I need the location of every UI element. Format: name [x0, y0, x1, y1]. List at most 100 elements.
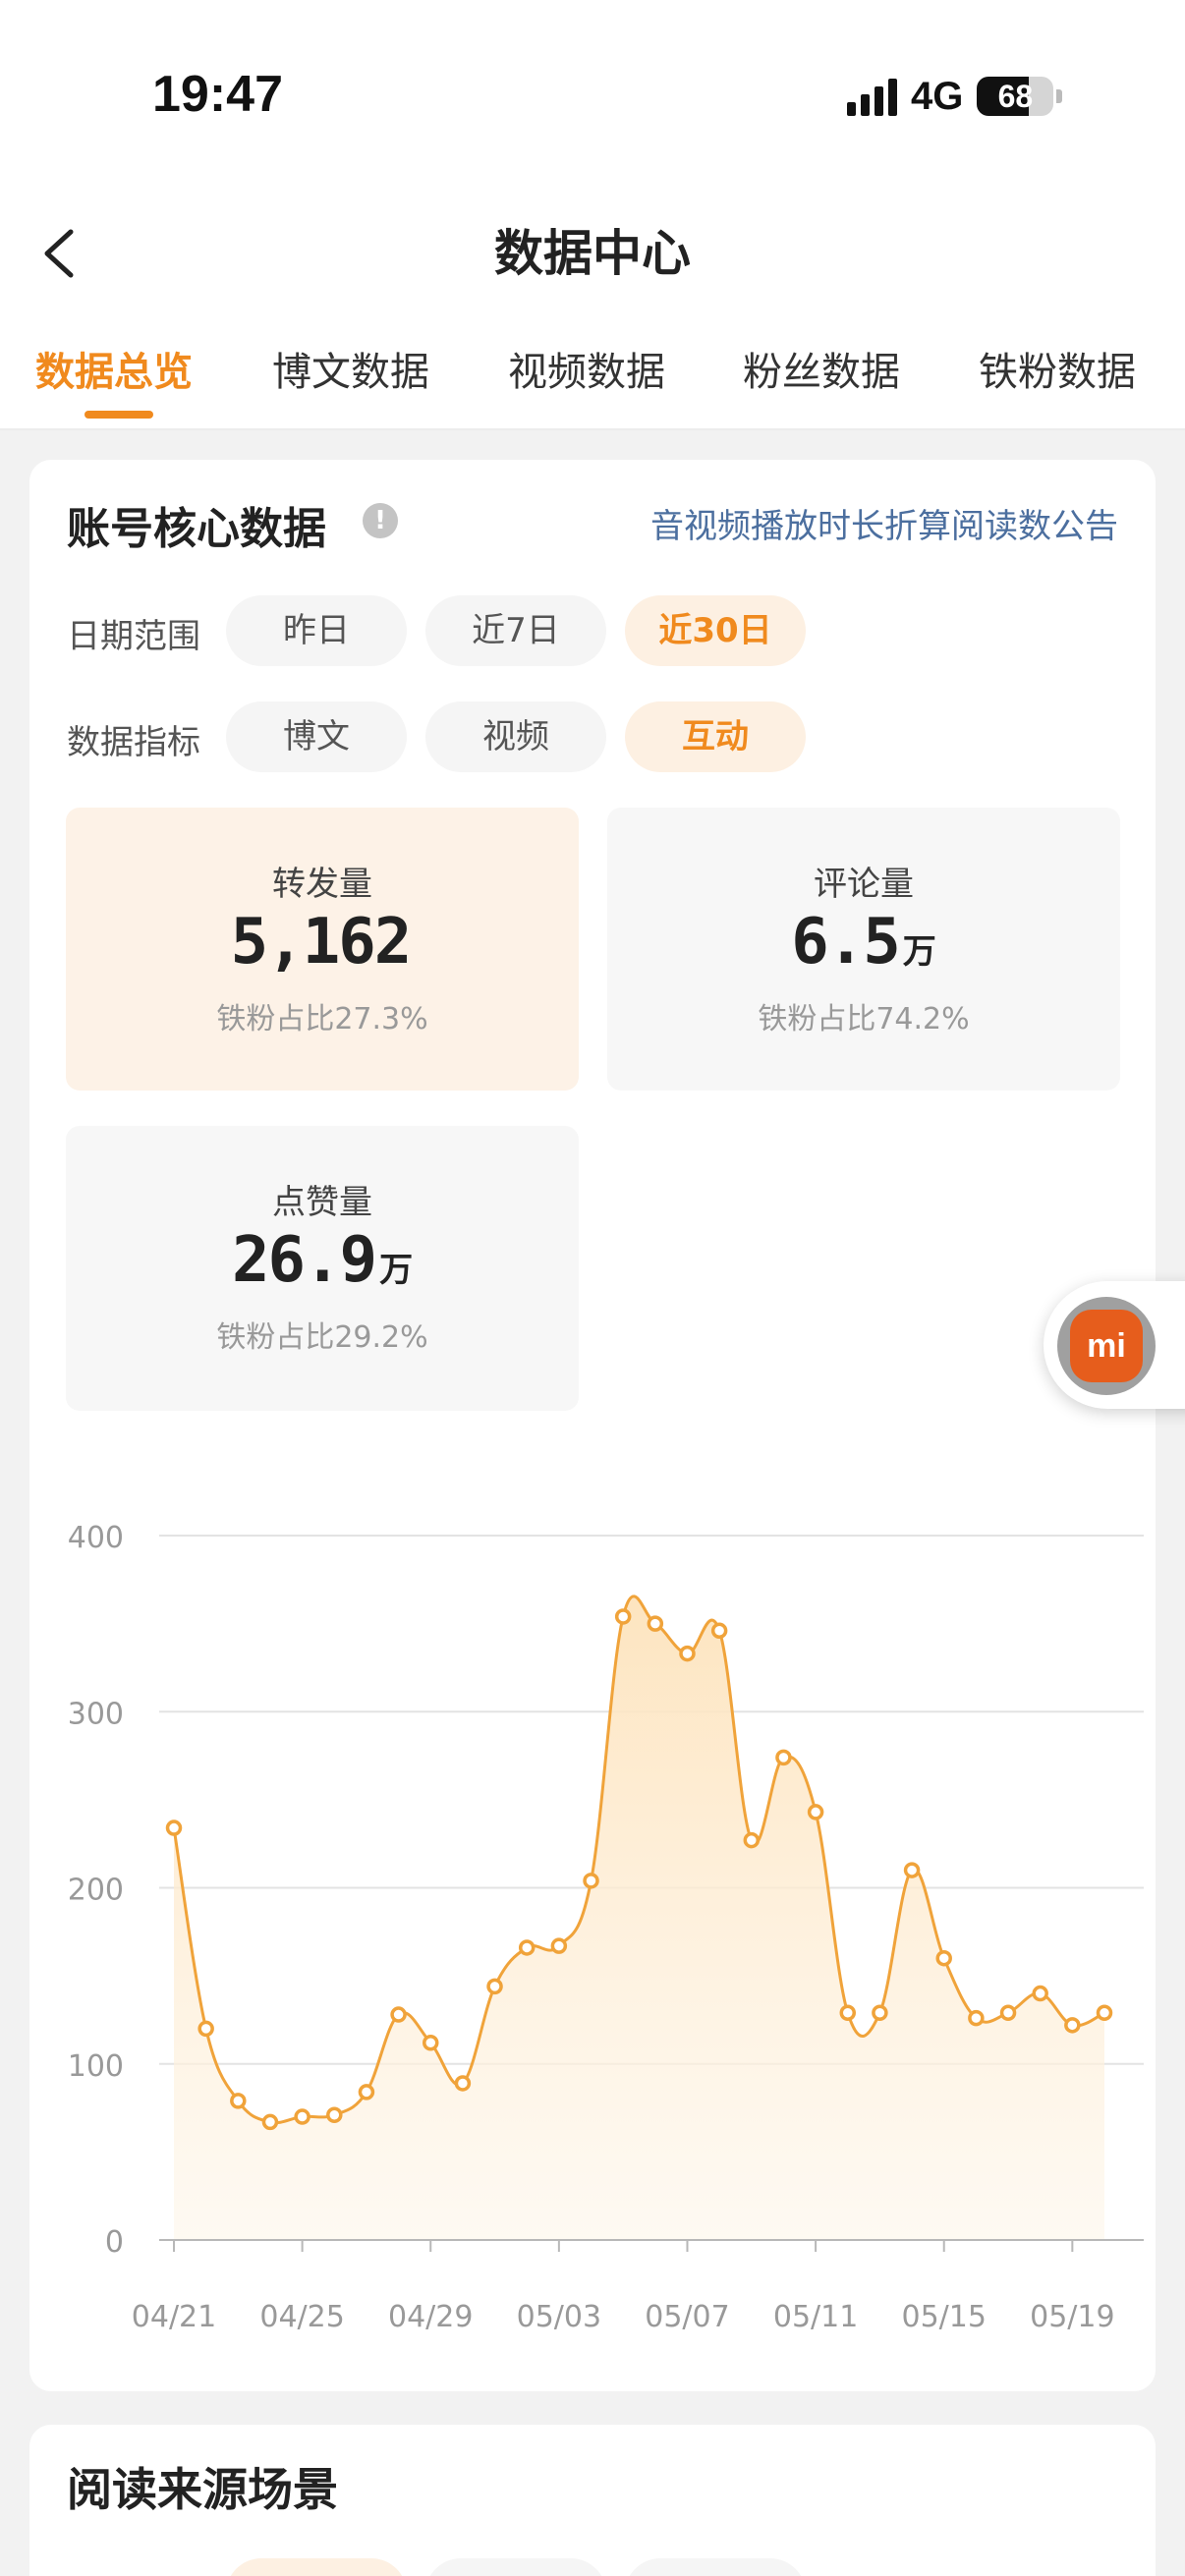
metric-unit: 万	[379, 1251, 414, 1290]
data-point[interactable]	[999, 2004, 1017, 2022]
source-option[interactable]	[425, 2558, 606, 2576]
data-point[interactable]	[1032, 1985, 1048, 2002]
date-option-yesterday[interactable]: 昨日	[226, 595, 407, 666]
chart-area	[172, 1595, 1105, 2240]
x-tick-label: 04/21	[132, 2300, 216, 2334]
metric-value: 26.9 万	[66, 1224, 579, 1297]
y-tick-label: 400	[68, 1521, 124, 1555]
metric-iron-fans-ratio: 铁粉占比74.2%	[758, 1002, 970, 1036]
read-source-card: 阅读来源场景	[29, 2425, 1156, 2576]
floating-button-ring: mi	[1057, 1297, 1156, 1395]
data-point[interactable]	[935, 1949, 952, 1967]
data-point[interactable]	[294, 2108, 310, 2125]
date-option-7days[interactable]: 近7日	[425, 595, 606, 666]
metric-number: 26.9	[231, 1224, 377, 1297]
metric-number: 6.5	[791, 906, 901, 979]
interaction-trend-chart: 0 100 200 300 400 04/21 04/25 04/29 05/03 05/07 0…	[68, 1521, 1144, 2334]
tab-iron-fans-data[interactable]: 铁粉数据	[979, 340, 1136, 397]
tab-post-data[interactable]: 博文数据	[272, 340, 429, 397]
network-type: 4G	[911, 74, 964, 118]
data-point[interactable]	[679, 1645, 696, 1662]
tab-active-indicator	[85, 411, 153, 419]
data-point[interactable]	[518, 1939, 536, 1956]
chart-x-axis: 04/21 04/25 04/29 05/03 05/07 05/11 05/15 05/19	[132, 2239, 1144, 2334]
data-point[interactable]	[872, 2004, 888, 2022]
tab-overview[interactable]: 数据总览	[35, 340, 193, 397]
data-point[interactable]	[968, 2009, 985, 2027]
date-range-label: 日期范围	[67, 617, 200, 656]
data-point[interactable]	[710, 1622, 728, 1640]
metric-value: 5,162	[66, 906, 579, 979]
notice-link[interactable]: 音视频播放时长折算阅读数公告	[650, 499, 1118, 547]
x-tick-label: 05/15	[901, 2300, 986, 2334]
data-point[interactable]	[165, 1820, 183, 1836]
data-point[interactable]	[230, 2093, 247, 2109]
data-point[interactable]	[326, 2106, 343, 2123]
nav-bar: 数据中心	[0, 187, 1185, 314]
read-source-title: 阅读来源场景	[67, 2463, 338, 2516]
data-point[interactable]	[454, 2075, 472, 2092]
data-point[interactable]	[261, 2113, 279, 2131]
metric-option-video[interactable]: 视频	[425, 701, 606, 772]
y-tick-label: 100	[68, 2049, 124, 2084]
core-data-title: 账号核心数据	[67, 504, 326, 554]
metric-label: 点赞量	[272, 1183, 372, 1222]
data-point[interactable]	[614, 1608, 632, 1625]
data-point[interactable]	[358, 2084, 375, 2100]
metric-iron-fans-ratio: 铁粉占比29.2%	[216, 1320, 428, 1355]
info-icon[interactable]: !	[363, 503, 398, 538]
x-tick-label: 05/19	[1030, 2300, 1114, 2334]
data-point[interactable]	[839, 2004, 857, 2022]
data-point[interactable]	[486, 1978, 503, 1995]
data-point[interactable]	[422, 2034, 439, 2051]
status-time: 19:47	[152, 66, 283, 123]
battery-tip	[1056, 89, 1063, 103]
metric-value: 6.5 万	[607, 906, 1120, 979]
floating-assistant-button[interactable]: mi	[1044, 1281, 1185, 1409]
data-point[interactable]	[583, 1873, 599, 1889]
y-tick-label: 0	[105, 2225, 124, 2260]
tab-video-data[interactable]: 视频数据	[508, 340, 665, 397]
metric-option-post[interactable]: 博文	[226, 701, 407, 772]
mi-logo-icon: mi	[1070, 1310, 1143, 1382]
data-point[interactable]	[1064, 2017, 1081, 2034]
metric-option-interaction[interactable]: 互动	[625, 701, 806, 772]
page-title: 数据中心	[494, 225, 691, 282]
source-option[interactable]	[625, 2558, 806, 2576]
date-option-30days[interactable]: 近30日	[625, 595, 806, 666]
data-point[interactable]	[1096, 2004, 1113, 2022]
data-point[interactable]	[903, 1862, 921, 1878]
status-bar: 19:47 4G 68	[0, 0, 1185, 187]
data-point[interactable]	[647, 1615, 664, 1632]
x-tick-label: 05/03	[517, 2300, 601, 2334]
source-option[interactable]	[226, 2558, 407, 2576]
data-point[interactable]	[550, 1937, 568, 1954]
signal-icon	[847, 77, 897, 116]
metric-type-label: 数据指标	[67, 723, 200, 762]
tab-fans-data[interactable]: 粉丝数据	[743, 340, 900, 397]
core-data-card: 账号核心数据 ! 音视频播放时长折算阅读数公告 日期范围 昨日 近7日 近30日…	[29, 460, 1156, 2391]
x-tick-label: 05/07	[645, 2300, 729, 2334]
chart-y-axis: 0 100 200 300 400	[68, 1521, 124, 2260]
x-tick-label: 04/25	[259, 2300, 344, 2334]
metric-unit: 万	[902, 932, 936, 972]
metric-card-likes[interactable]: 点赞量 26.9 万 铁粉占比29.2%	[66, 1126, 579, 1411]
data-point[interactable]	[198, 2020, 214, 2038]
tab-bar: 数据总览 博文数据 视频数据 粉丝数据 铁粉数据	[0, 314, 1185, 430]
battery-level: 68	[997, 78, 1034, 114]
metric-card-reposts[interactable]: 转发量 5,162 铁粉占比27.3%	[66, 808, 579, 1091]
data-point[interactable]	[775, 1749, 792, 1766]
metric-label: 评论量	[814, 865, 914, 904]
data-point[interactable]	[390, 2006, 407, 2023]
data-point[interactable]	[743, 1831, 761, 1849]
metric-iron-fans-ratio: 铁粉占比27.3%	[216, 1002, 428, 1036]
series-area-fill	[174, 1596, 1104, 2240]
y-tick-label: 200	[68, 1874, 124, 1908]
status-indicators: 4G 68	[847, 71, 1063, 122]
metric-card-comments[interactable]: 评论量 6.5 万 铁粉占比74.2%	[607, 808, 1120, 1091]
data-point[interactable]	[807, 1804, 824, 1820]
metric-label: 转发量	[272, 865, 372, 904]
y-tick-label: 300	[68, 1697, 124, 1731]
metric-number: 5,162	[230, 906, 413, 979]
x-tick-label: 04/29	[388, 2300, 473, 2334]
